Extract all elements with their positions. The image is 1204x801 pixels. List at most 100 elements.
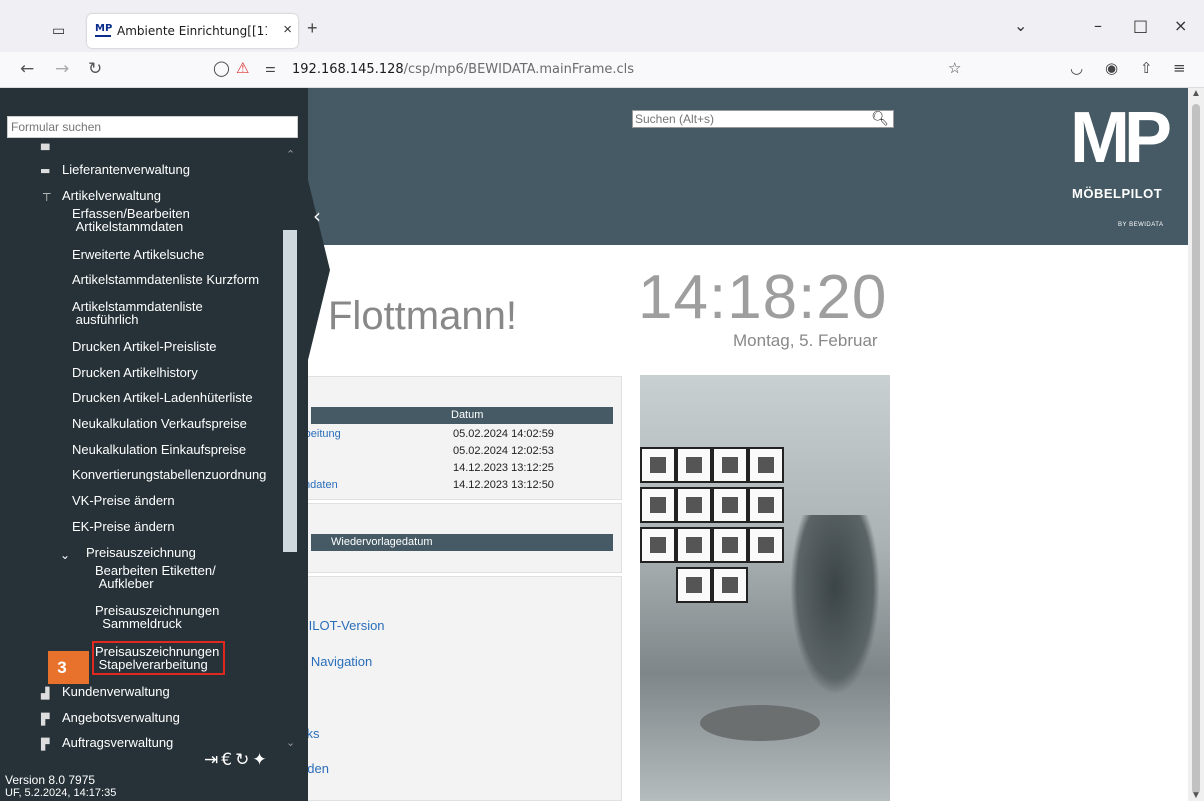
form-search-input[interactable] — [8, 117, 293, 137]
page-scrollbar[interactable]: ▲ ▼ — [1188, 88, 1204, 801]
sidebar-item-lieferantenverwaltung[interactable]: Lieferantenverwaltung — [62, 163, 190, 176]
sidebar-item-erweiterte-suche[interactable]: Erweiterte Artikelsuche — [72, 248, 204, 261]
url-host: 192.168.145.128 — [292, 62, 404, 77]
search-icon[interactable]: 🔍︎ — [871, 110, 889, 127]
account-icon[interactable]: ◉ — [1105, 59, 1118, 77]
tab-list-icon[interactable]: ▭ — [52, 22, 70, 38]
refresh-icon[interactable]: ↻ — [235, 750, 252, 770]
sidebar-item-erfassen[interactable]: Erfassen/Bearbeiten Artikelstammdaten — [72, 207, 190, 233]
bookmark-star-icon[interactable]: ☆ — [948, 59, 961, 77]
global-search[interactable]: 🔍︎ — [632, 110, 894, 128]
row-date: 05.02.2024 14:02:59 — [453, 428, 554, 440]
customer-icon: ▟ — [41, 687, 50, 700]
greeting: Flottmann! — [328, 294, 517, 338]
sidebar-item-neukalk-vk[interactable]: Neukalkulation Verkaufspreise — [72, 417, 247, 430]
reload-icon[interactable]: ↻ — [88, 59, 102, 79]
table-row[interactable]: rbeitung 05.02.2024 14:02:59 — [301, 428, 613, 441]
sidebar-item-auftragsverwaltung[interactable]: Auftragsverwaltung — [62, 736, 173, 749]
truck-icon: ▀ — [41, 144, 50, 157]
scroll-up-icon[interactable]: ▲ — [1191, 88, 1201, 99]
currency-icon[interactable]: € — [221, 750, 235, 770]
insecure-lock-icon[interactable]: ⚠ — [236, 59, 249, 77]
sidebar-item-ek-preise[interactable]: EK-Preise ändern — [72, 520, 175, 533]
maximize-icon[interactable]: □ — [1133, 16, 1148, 35]
table-row[interactable]: 05.02.2024 12:02:53 — [301, 445, 613, 458]
pocket-icon[interactable]: ◡ — [1070, 59, 1083, 77]
sidebar-item-liste-kurzform[interactable]: Artikelstammdatenliste Kurzform — [72, 273, 259, 286]
url-path: /csp/mp6/BEWIDATA.mainFrame.cls — [403, 62, 635, 77]
share-icon[interactable]: ⇧ — [1140, 59, 1153, 77]
sidebar-scrollbar[interactable] — [283, 230, 297, 552]
sidebar-item-artikelverwaltung[interactable]: Artikelverwaltung — [62, 189, 161, 202]
lamp-icon: ⊤ — [42, 191, 52, 204]
reminder-date-header: Wiedervorlagedatum — [331, 536, 433, 548]
chevron-down-icon[interactable]: ⌄ — [60, 548, 70, 562]
permissions-icon[interactable]: ⚌ — [265, 61, 276, 75]
browser-tabbar: ▭ MP Ambiente Einrichtung[[11814-1 × + ⌄… — [0, 0, 1204, 52]
version-label: Version 8.0 7975 — [5, 773, 96, 787]
sidebar-item-preisauszeichnung[interactable]: Preisauszeichnung — [86, 546, 196, 559]
sidebar: ⌃ ⌄ ▀ ▬ Lieferantenverwaltung ⊤ Artikelv… — [0, 88, 308, 801]
sidebar-item-vk-preise[interactable]: VK-Preise ändern — [72, 494, 175, 507]
step-badge: 3 — [48, 651, 76, 684]
interior-photo — [640, 375, 890, 801]
logout-icon[interactable]: ⇥ — [204, 750, 221, 770]
logo-name: MÖBELPILOT — [1072, 186, 1163, 201]
sidebar-scroll-up-icon[interactable]: ⌃ — [286, 148, 295, 161]
browser-tab[interactable]: MP Ambiente Einrichtung[[11814-1 × — [87, 14, 298, 48]
back-icon[interactable]: ← — [20, 59, 34, 79]
global-search-input[interactable] — [633, 111, 863, 127]
sidebar-item-artikelhistory[interactable]: Drucken Artikelhistory — [72, 366, 198, 379]
shield-icon[interactable]: ◯ — [213, 59, 230, 77]
links-card — [300, 576, 622, 801]
row-date: 14.12.2023 13:12:25 — [453, 462, 554, 474]
clock: 14:18:20 — [638, 263, 888, 332]
mp-favicon-icon: MP — [95, 23, 112, 37]
link-item[interactable]: PILOT-Version — [300, 618, 385, 633]
scroll-thumb[interactable] — [1192, 104, 1200, 794]
sidebar-item-konvertierung[interactable]: Konvertierungstabellenzuordnung — [72, 468, 266, 481]
truck-icon: ▬ — [40, 164, 51, 177]
sidebar-item-neukalk-ek[interactable]: Neukalkulation Einkaufspreise — [72, 443, 246, 456]
close-tab-icon[interactable]: × — [283, 21, 292, 38]
recent-forms-card: Datum rbeitung 05.02.2024 14:02:59 05.02.… — [300, 376, 622, 500]
sidebar-item-kundenverwaltung[interactable]: Kundenverwaltung — [62, 685, 170, 698]
current-date: Montag, 5. Februar — [733, 331, 878, 350]
step-badge-tail — [76, 651, 89, 684]
close-window-icon[interactable]: × — [1174, 16, 1187, 35]
browser-navbar: ← → ↻ ◯ ⚠ ⚌ 192.168.145.128/csp/mp6/BEWI… — [0, 52, 1204, 88]
version-date: UF, 5.2.2024, 14:17:35 — [5, 787, 117, 799]
logo: MP — [1070, 98, 1172, 178]
sidebar-item-sammeldruck[interactable]: Preisauszeichnungen Sammeldruck — [95, 604, 219, 630]
row-date: 05.02.2024 12:02:53 — [453, 445, 554, 457]
recent-forms-header: Datum — [311, 407, 613, 424]
order-icon: ▛ — [41, 738, 50, 751]
address-bar[interactable]: 192.168.145.128/csp/mp6/BEWIDATA.mainFra… — [292, 62, 634, 77]
link-item[interactable]: n Navigation — [300, 654, 372, 669]
forward-icon[interactable]: → — [55, 59, 69, 79]
chevron-left-icon[interactable]: ‹ — [313, 204, 321, 228]
sidebar-item-liste-ausfuehrlich[interactable]: Artikelstammdatenliste ausführlich — [72, 300, 203, 326]
table-row[interactable]: 14.12.2023 13:12:25 — [301, 462, 613, 475]
sidebar-item-stapelverarbeitung[interactable]: Preisauszeichnungen Stapelverarbeitung — [95, 645, 219, 671]
row-date: 14.12.2023 13:12:50 — [453, 479, 554, 491]
tab-title: Ambiente Einrichtung[[11814-1 — [117, 24, 267, 38]
new-tab-icon[interactable]: + — [307, 18, 318, 39]
logo-byline: BY BEWIDATA — [1118, 222, 1164, 228]
sidebar-scroll-down-icon[interactable]: ⌄ — [286, 736, 295, 749]
sidebar-item-etiketten[interactable]: Bearbeiten Etiketten/ Aufkleber — [95, 564, 216, 590]
sidebar-item-preisliste[interactable]: Drucken Artikel-Preisliste — [72, 340, 217, 353]
table-row[interactable]: mdaten 14.12.2023 13:12:50 — [301, 479, 613, 492]
date-column-header: Datum — [451, 409, 484, 421]
menu-icon[interactable]: ≡ — [1173, 59, 1186, 77]
form-search[interactable] — [7, 116, 298, 138]
list-all-tabs-icon[interactable]: ⌄ — [1014, 16, 1027, 35]
sidebar-item-angebotsverwaltung[interactable]: Angebotsverwaltung — [62, 711, 180, 724]
reminders-card: Wiedervorlagedatum — [300, 503, 622, 573]
document-icon: ▛ — [41, 713, 50, 726]
minimize-icon[interactable]: – — [1094, 16, 1102, 35]
pin-icon[interactable]: ✦ — [252, 750, 269, 770]
sidebar-toolbar: ⇥€↻✦ — [204, 750, 270, 770]
sidebar-item-ladenhueter[interactable]: Drucken Artikel-Ladenhüterliste — [72, 391, 253, 404]
scroll-down-icon[interactable]: ▼ — [1191, 790, 1201, 801]
